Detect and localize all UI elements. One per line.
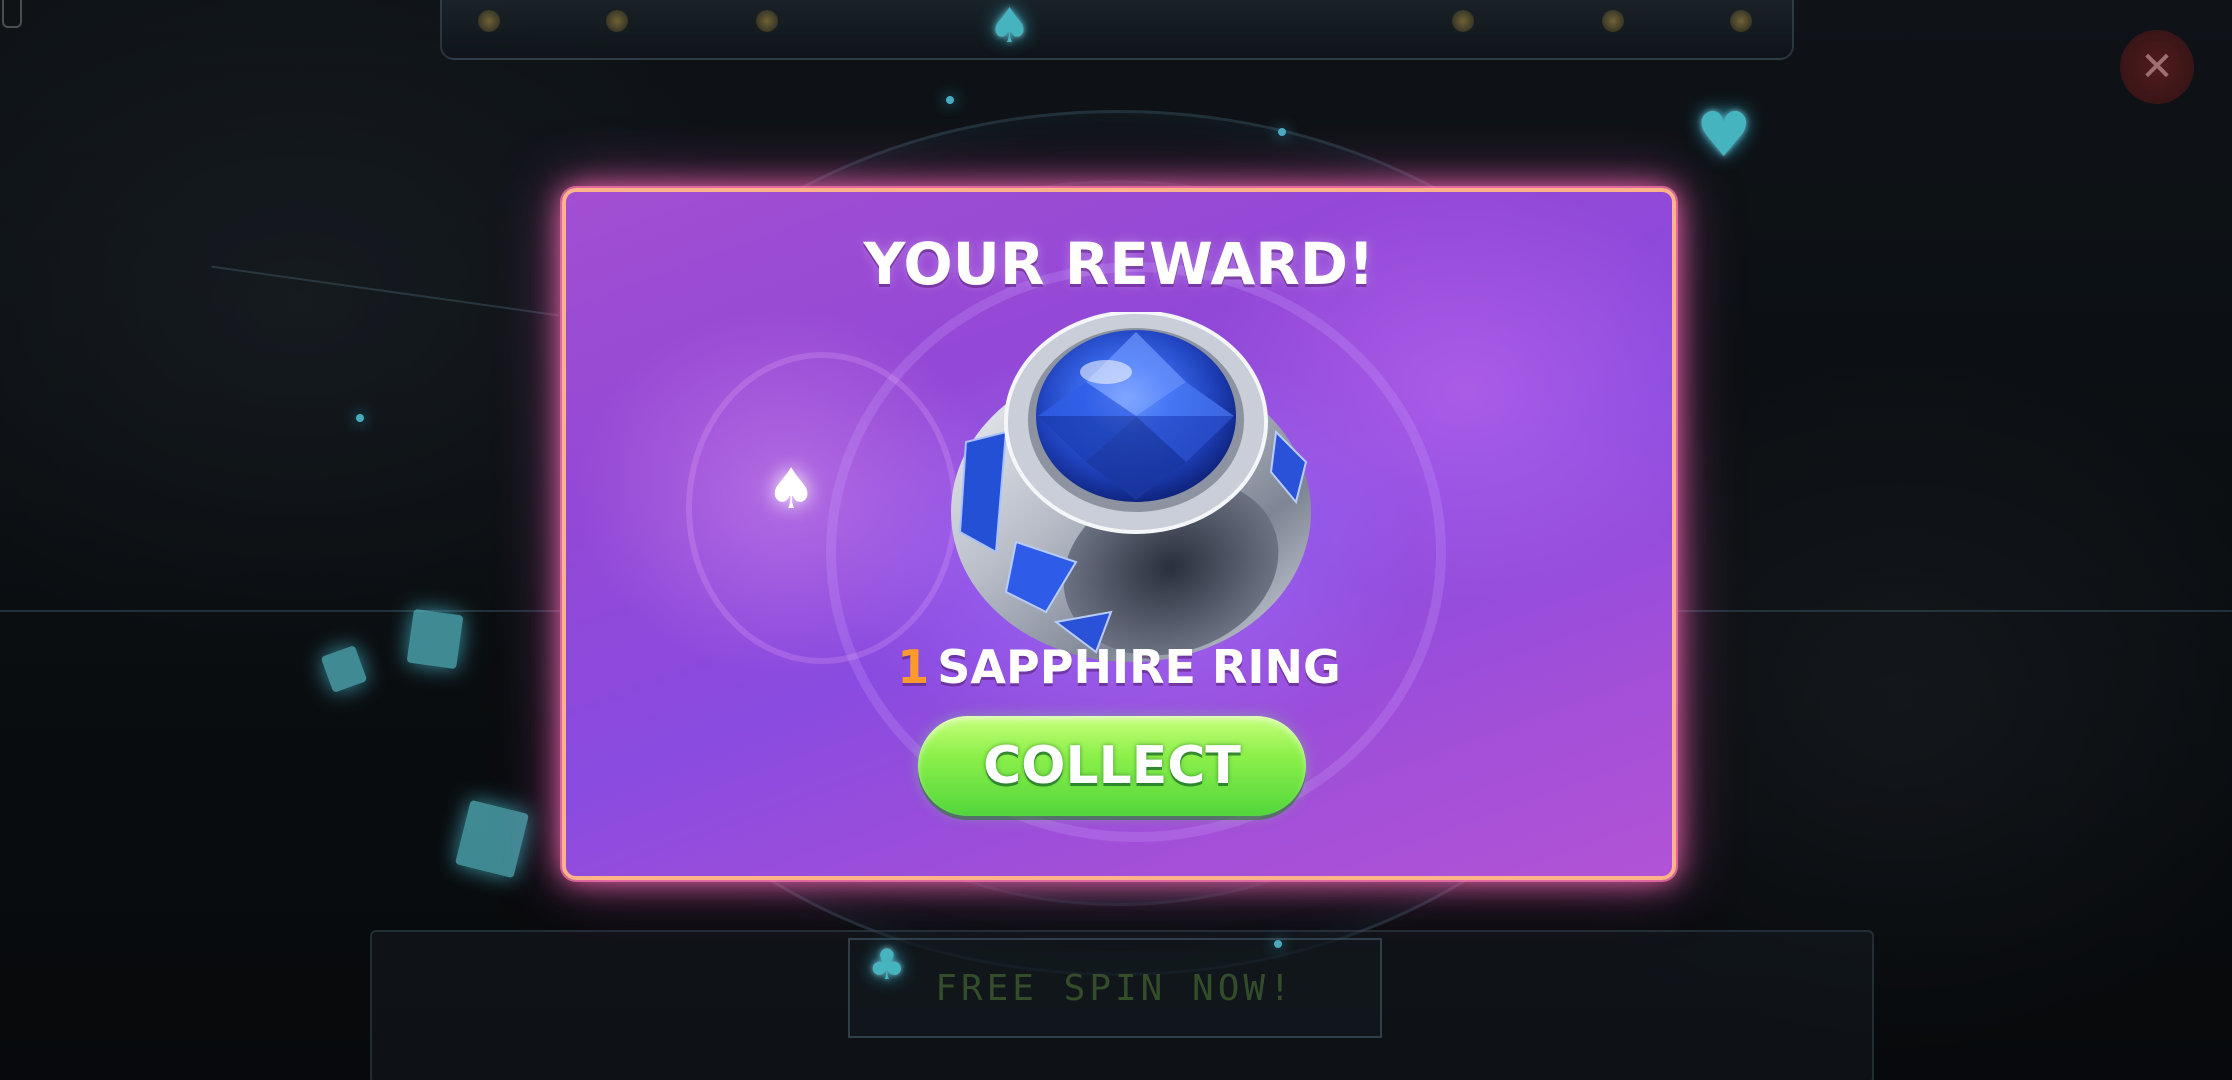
sapphire-ring-graphic bbox=[951, 310, 1311, 662]
modal-swirl bbox=[686, 352, 958, 664]
reward-name-label: 1 SAPPHIRE RING bbox=[566, 640, 1672, 694]
reward-modal: ♠ YOUR REWARD! 1 SAPPHIRE RING COLLECT bbox=[562, 188, 1676, 880]
sapphire-ring-icon bbox=[926, 310, 1326, 682]
reward-item-name: SAPPHIRE RING bbox=[937, 640, 1341, 694]
game-screen: FREE SPIN NOW! ♣ ✕ ♠ ♥ ♠ YOUR REWARD! 1 … bbox=[0, 0, 2232, 1080]
reward-title: YOUR REWARD! bbox=[863, 230, 1375, 298]
spade-icon: ♠ bbox=[766, 457, 817, 522]
collect-button-label: COLLECT bbox=[983, 736, 1241, 796]
collect-button[interactable]: COLLECT bbox=[918, 716, 1306, 816]
reward-quantity: 1 bbox=[897, 640, 930, 694]
